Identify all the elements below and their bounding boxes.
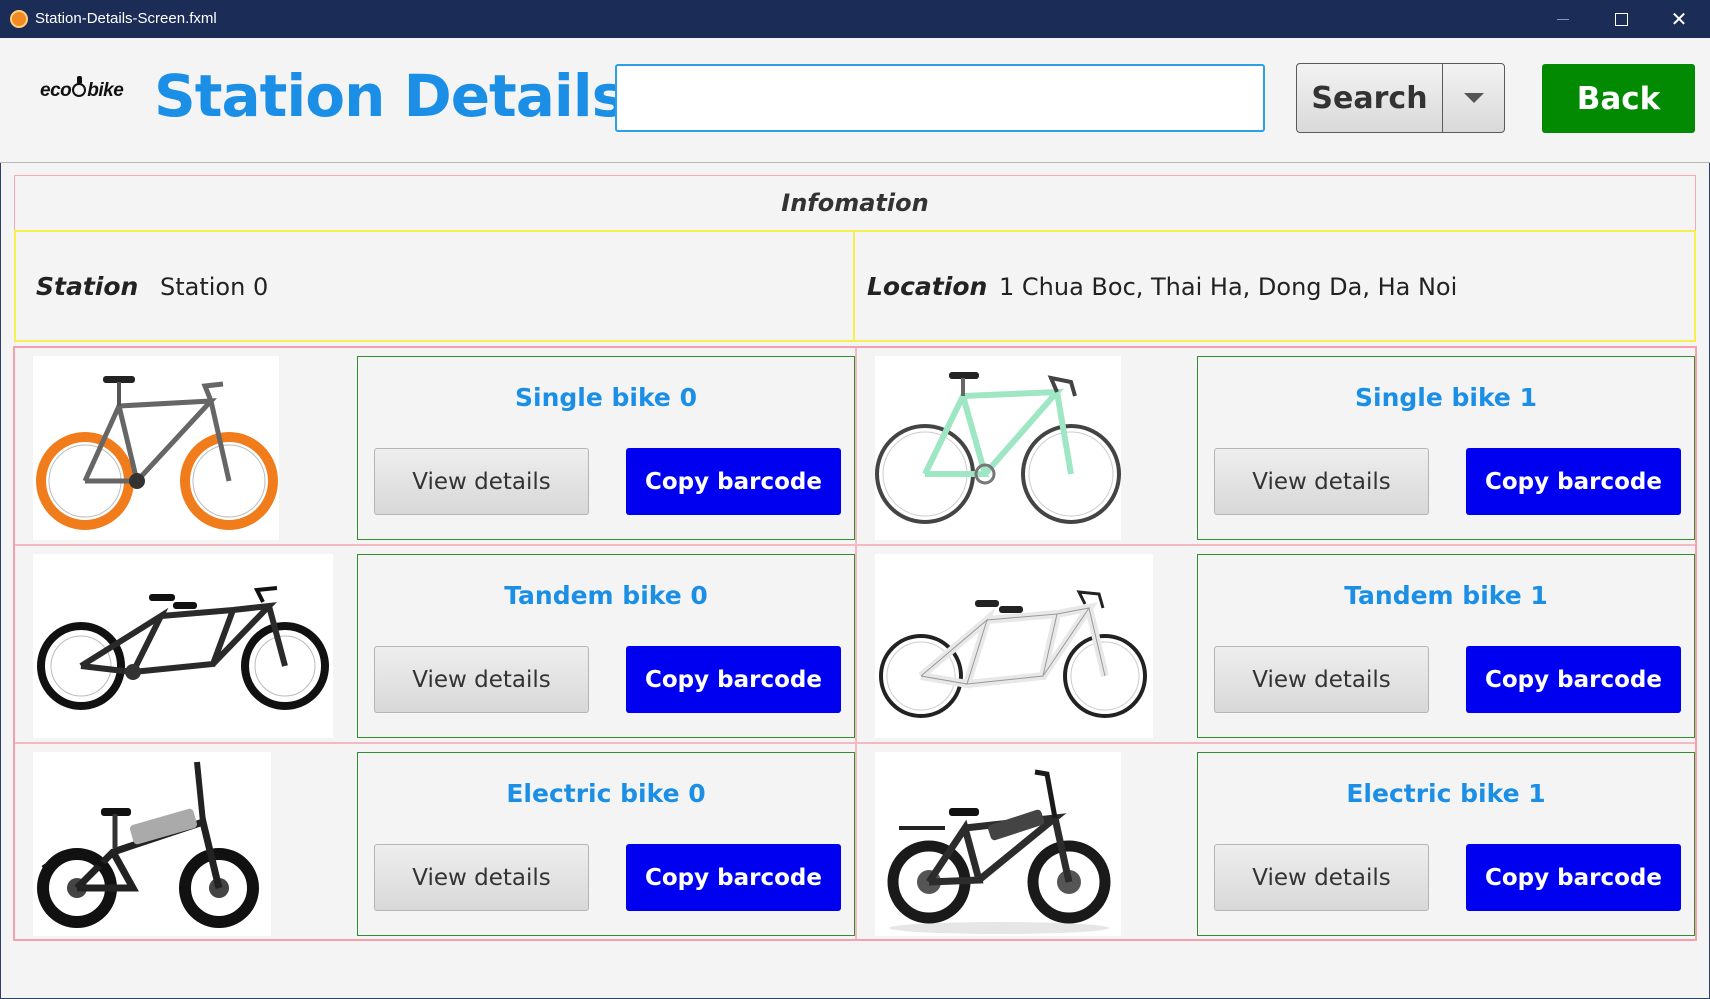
search-input[interactable] xyxy=(615,64,1265,132)
bike-card: Tandem bike 0 View details Copy barcode xyxy=(357,554,855,738)
view-details-button[interactable]: View details xyxy=(1214,844,1429,911)
minimize-button[interactable] xyxy=(1534,0,1592,38)
bike-card: Single bike 0 View details Copy barcode xyxy=(357,356,855,540)
bike-cell: Electric bike 0 View details Copy barcod… xyxy=(15,744,855,942)
location-label: Location xyxy=(867,272,988,301)
page-title: Station Details xyxy=(154,62,626,130)
information-title: Infomation xyxy=(781,189,929,217)
ecobike-logo: eco bike xyxy=(40,76,124,101)
bike-grid: Single bike 0 View details Copy barcode … xyxy=(13,346,1697,941)
copy-barcode-button[interactable]: Copy barcode xyxy=(626,448,841,515)
station-info-row: Station Station 0 Location 1 Chua Boc, T… xyxy=(14,230,1696,342)
window-title: Station-Details-Screen.fxml xyxy=(35,10,217,27)
station-label: Station xyxy=(36,272,139,301)
view-details-button[interactable]: View details xyxy=(374,646,589,713)
title-bar: Station-Details-Screen.fxml ✕ xyxy=(0,0,1710,38)
maximize-icon xyxy=(1614,12,1628,26)
orange-single-bike-image xyxy=(33,356,279,540)
view-details-button[interactable]: View details xyxy=(1214,448,1429,515)
bike-card: Electric bike 1 View details Copy barcod… xyxy=(1197,752,1695,936)
maximize-button[interactable] xyxy=(1592,0,1650,38)
chevron-down-icon xyxy=(1463,93,1484,103)
fat-tire-electric-bike-image xyxy=(875,752,1121,936)
bike-cell: Tandem bike 1 View details Copy barcode xyxy=(857,546,1697,744)
copy-barcode-button[interactable]: Copy barcode xyxy=(1466,646,1681,713)
close-button[interactable]: ✕ xyxy=(1650,0,1708,38)
bike-cell: Electric bike 1 View details Copy barcod… xyxy=(857,744,1697,942)
information-header: Infomation xyxy=(14,175,1696,231)
search-split-button[interactable]: Search xyxy=(1296,63,1505,133)
minimize-icon xyxy=(1557,18,1569,20)
copy-barcode-button[interactable]: Copy barcode xyxy=(626,646,841,713)
back-button[interactable]: Back xyxy=(1542,64,1695,133)
location-cell: Location 1 Chua Boc, Thai Ha, Dong Da, H… xyxy=(855,232,1694,340)
folding-electric-bike-image xyxy=(33,752,271,936)
white-tandem-bike-image xyxy=(875,554,1153,738)
bike-name: Electric bike 0 xyxy=(506,779,706,808)
view-details-button[interactable]: View details xyxy=(374,448,589,515)
location-value: 1 Chua Boc, Thai Ha, Dong Da, Ha Noi xyxy=(999,273,1458,301)
station-value: Station 0 xyxy=(160,273,269,301)
copy-barcode-button[interactable]: Copy barcode xyxy=(626,844,841,911)
station-cell: Station Station 0 xyxy=(16,232,855,340)
bike-card: Tandem bike 1 View details Copy barcode xyxy=(1197,554,1695,738)
copy-barcode-button[interactable]: Copy barcode xyxy=(1466,844,1681,911)
black-tandem-bike-image xyxy=(33,554,333,738)
bike-cell: Tandem bike 0 View details Copy barcode xyxy=(15,546,855,744)
bike-cell: Single bike 0 View details Copy barcode xyxy=(15,348,855,546)
bike-name: Tandem bike 1 xyxy=(1344,581,1548,610)
copy-barcode-button[interactable]: Copy barcode xyxy=(1466,448,1681,515)
close-icon: ✕ xyxy=(1670,7,1688,31)
view-details-button[interactable]: View details xyxy=(374,844,589,911)
bike-cell: Single bike 1 View details Copy barcode xyxy=(857,348,1697,546)
search-button[interactable]: Search xyxy=(1297,64,1443,132)
bike-name: Electric bike 1 xyxy=(1346,779,1546,808)
bike-name: Single bike 1 xyxy=(1355,383,1537,412)
bike-name: Tandem bike 0 xyxy=(504,581,708,610)
app-icon xyxy=(10,10,28,28)
bike-card: Electric bike 0 View details Copy barcod… xyxy=(357,752,855,936)
bike-name: Single bike 0 xyxy=(515,383,697,412)
view-details-button[interactable]: View details xyxy=(1214,646,1429,713)
mint-single-bike-image xyxy=(875,356,1121,540)
bike-card: Single bike 1 View details Copy barcode xyxy=(1197,356,1695,540)
search-dropdown-button[interactable] xyxy=(1443,64,1504,132)
